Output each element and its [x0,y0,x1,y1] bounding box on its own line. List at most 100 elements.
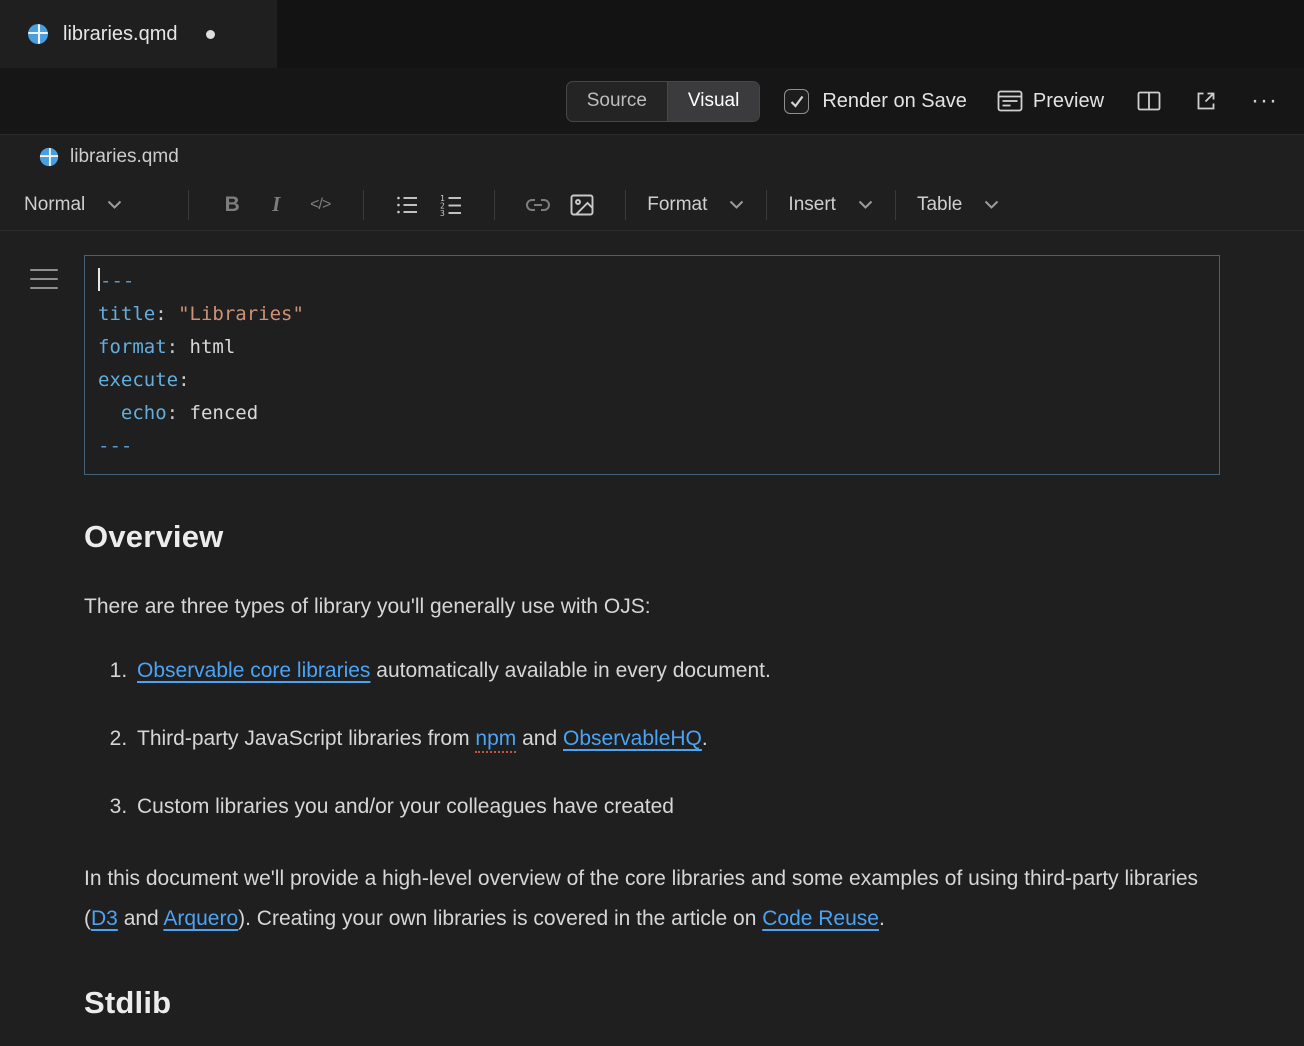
chevron-down-icon [728,198,745,211]
code-icon: </> [310,196,330,214]
image-button[interactable] [560,185,604,225]
breadcrumb-filename: libraries.qmd [70,146,179,168]
yaml-chunk-row: --- title: "Libraries" format: html execute… [84,255,1220,475]
section-heading-overview: Overview [84,519,1220,555]
split-editor-icon [1137,89,1161,113]
table-menu-label: Table [917,194,962,216]
preview-button[interactable]: Preview [997,89,1104,113]
chevron-down-icon [857,198,874,211]
paragraph-style-label: Normal [24,194,85,216]
preview-label: Preview [1033,90,1104,113]
quarto-icon [26,22,50,46]
table-menu[interactable]: Table [917,194,1000,216]
yaml-front-matter-block[interactable]: --- title: "Libraries" format: html execute… [84,255,1220,475]
toolbar-divider [625,190,626,220]
open-external-icon [1194,89,1218,113]
source-visual-toggle: Source Visual [566,81,761,122]
doc-link[interactable]: Observable core libraries [137,659,370,682]
list-item: Observable core libraries automatically … [133,655,1220,687]
preview-icon [997,89,1023,113]
code-token: : [178,369,189,391]
list-item: Custom libraries you and/or your colleag… [133,791,1220,823]
code-token: : [155,303,178,325]
chevron-down-icon [983,198,1000,211]
italic-button[interactable]: I [254,185,298,225]
doc-link[interactable]: Arquero [163,907,238,930]
doc-link[interactable]: npm [475,727,516,753]
code-token: fenced [190,402,259,424]
quarto-file-icon [38,146,60,168]
bold-icon: B [225,193,240,217]
code-line: --- [98,430,1206,463]
code-format-button[interactable]: </> [298,185,342,225]
format-toolbar: Normal B I </> 1 2 3 [0,179,1304,231]
paragraph-style-dropdown[interactable]: Normal [24,194,123,216]
text-segment: ). Creating your own libraries is covere… [238,907,762,930]
code-line: --- [98,265,1206,298]
code-token: format [98,336,167,358]
tab-strip: libraries.qmd [0,0,1304,68]
code-token: --- [98,435,132,457]
render-on-save-control: Render on Save [784,89,967,114]
tab-title: libraries.qmd [63,23,177,46]
open-external-button[interactable] [1194,89,1218,113]
text-segment: Third-party JavaScript libraries from [137,727,475,750]
toolbar-divider [494,190,495,220]
link-button[interactable] [516,185,560,225]
drag-handle-icon[interactable] [30,269,58,289]
text-segment: . [879,907,885,930]
code-token [98,402,121,424]
source-mode-button[interactable]: Source [567,82,667,121]
code-token: "Libraries" [178,303,304,325]
visual-editor-canvas[interactable]: --- title: "Libraries" format: html execute… [0,231,1304,1021]
visual-mode-button[interactable]: Visual [667,82,759,121]
text-segment: and [118,907,164,930]
tab-libraries-qmd[interactable]: libraries.qmd [0,0,277,68]
chevron-down-icon [106,198,123,211]
list-item: Third-party JavaScript libraries from np… [133,723,1220,755]
ellipsis-icon: ··· [1251,89,1278,113]
toolbar-divider [363,190,364,220]
italic-icon: I [272,192,280,217]
code-token: execute [98,369,178,391]
toolbar-divider [766,190,767,220]
numbered-list-icon: 1 2 3 [439,193,463,217]
insert-menu[interactable]: Insert [788,194,874,216]
code-token: html [190,336,236,358]
toolbar-divider [895,190,896,220]
format-menu[interactable]: Format [647,194,745,216]
render-on-save-checkbox[interactable] [784,89,809,114]
doc-link[interactable]: D3 [91,907,118,930]
split-editor-button[interactable] [1137,89,1161,113]
doc-link[interactable]: Code Reuse [762,907,879,930]
code-token: : [167,402,190,424]
unsaved-dot-icon [206,30,215,39]
bullet-list-button[interactable] [385,185,429,225]
insert-menu-label: Insert [788,194,836,216]
code-token: title [98,303,155,325]
code-line: format: html [98,331,1206,364]
editor-action-bar: Source Visual Render on Save Preview [0,68,1304,135]
text-segment: automatically available in every documen… [370,659,770,682]
svg-text:3: 3 [440,209,445,217]
closing-paragraph: In this document we'll provide a high-le… [84,859,1220,939]
code-token: echo [121,402,167,424]
numbered-list-button[interactable]: 1 2 3 [429,185,473,225]
library-types-list: Observable core libraries automatically … [84,655,1220,823]
format-menu-label: Format [647,194,707,216]
bullet-list-icon [395,193,419,217]
toolbar-divider [188,190,189,220]
text-segment: and [516,727,563,750]
breadcrumb: libraries.qmd [0,135,1304,179]
checkmark-icon [789,94,805,109]
intro-paragraph: There are three types of library you'll … [84,591,1220,623]
render-on-save-label: Render on Save [822,90,967,113]
bold-button[interactable]: B [210,185,254,225]
text-segment: Custom libraries you and/or your colleag… [137,795,674,818]
code-token: : [167,336,190,358]
section-heading-stdlib: Stdlib [84,985,1220,1021]
doc-link[interactable]: ObservableHQ [563,727,702,750]
code-line: echo: fenced [98,397,1206,430]
link-icon [526,193,550,217]
more-actions-button[interactable]: ··· [1251,89,1278,113]
